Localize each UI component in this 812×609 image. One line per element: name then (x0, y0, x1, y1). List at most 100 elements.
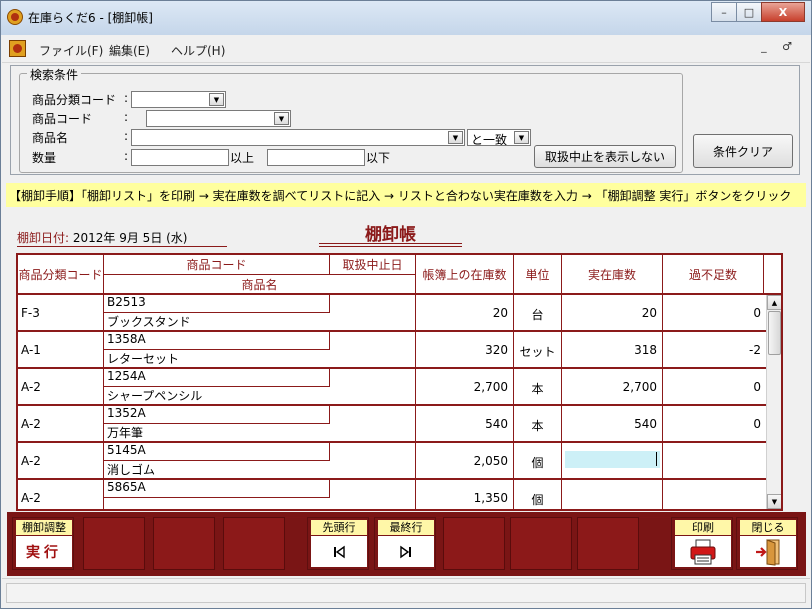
adjust-caption: 棚卸調整 (16, 520, 72, 535)
minimize-button[interactable]: – (711, 2, 737, 22)
close-screen-button[interactable]: 閉じる (736, 517, 798, 570)
col-category-code: 商品分類コード (18, 255, 104, 293)
cell-category: A-1 (18, 332, 104, 367)
cell-actual-stock[interactable] (562, 480, 663, 509)
hide-discontinued-button[interactable]: 取扱中止を表示しない (534, 145, 676, 168)
col-product-name: 商品名 (104, 275, 416, 293)
last-row-face (378, 536, 434, 567)
quantity-max-suffix: 以下 (366, 151, 391, 165)
cell-product: 5145A 消しゴム (104, 443, 416, 478)
scroll-thumb[interactable] (768, 311, 781, 355)
cell-actual-stock[interactable]: 2,700 (562, 369, 663, 404)
first-row-button[interactable]: 先頭行 (307, 517, 369, 570)
status-segment (6, 583, 806, 603)
chevron-down-icon[interactable]: ▼ (209, 93, 224, 106)
last-row-button[interactable]: 最終行 (374, 517, 436, 570)
close-window-button[interactable]: X (761, 2, 805, 22)
product-code-combo[interactable]: ▼ (146, 110, 291, 127)
cell-difference: -2 (749, 343, 761, 357)
category-code-combo[interactable]: ▼ (131, 91, 226, 108)
cell-difference: 0 (753, 306, 761, 320)
date-value: 2012年 9月 5日 (水) (72, 231, 188, 245)
camel-menu-icon[interactable] (9, 40, 26, 57)
cell-book-stock: 540 (416, 406, 514, 441)
last-row-caption: 最終行 (378, 520, 434, 535)
cell-discontinued (330, 369, 416, 387)
cell-actual-stock-editing[interactable] (562, 443, 663, 478)
product-name-combo[interactable]: ▼ (131, 129, 465, 146)
cell-discontinued (330, 443, 416, 461)
quantity-max-input[interactable] (267, 149, 365, 166)
cell-difference: 0 (753, 380, 761, 394)
inventory-grid: 商品分類コード 商品コード 取扱中止日 商品名 帳簿上の在庫数 単位 実在庫数 … (16, 253, 783, 511)
cell-book-stock: 2,050 (416, 443, 514, 478)
mdi-controls[interactable]: _ ♂ (761, 40, 798, 53)
table-row[interactable]: A-2 1254A シャープペンシル 2,700 本 2,700 0 (18, 369, 766, 406)
cell-actual-stock[interactable]: 318 (562, 332, 663, 367)
adjust-execute-button[interactable]: 棚卸調整 実行 (12, 517, 74, 570)
table-row[interactable]: A-2 1352A 万年筆 540 本 540 0 (18, 406, 766, 443)
col-difference: 過不足数 (663, 255, 764, 293)
cell-unit: 本 (514, 406, 562, 441)
menu-edit[interactable]: 編集(E) (109, 42, 150, 59)
scroll-down-icon[interactable]: ▼ (767, 494, 781, 509)
col-unit: 単位 (514, 255, 562, 293)
empty-slot (153, 517, 215, 570)
cell-category: A-2 (18, 480, 104, 509)
empty-slot (510, 517, 572, 570)
grid-header: 商品分類コード 商品コード 取扱中止日 商品名 帳簿上の在庫数 単位 実在庫数 … (18, 255, 781, 295)
cell-actual-stock[interactable]: 20 (562, 295, 663, 330)
first-row-face (311, 536, 367, 567)
grid-scrollbar[interactable]: ▲ ▼ (766, 295, 781, 509)
cell-product-name: ブックスタンド (107, 315, 191, 329)
cell-unit: 本 (514, 369, 562, 404)
cell-discontinued (330, 480, 416, 498)
table-row[interactable]: A-2 5865A 1,350 個 (18, 480, 766, 509)
procedure-banner: 【棚卸手順】「棚卸リスト」を印刷 → 実在庫数を調べてリストに記入 → リストと… (6, 183, 806, 207)
menu-bar: ファイル(F) 編集(E) ヘルプ(H) _ ♂ (2, 35, 810, 63)
menu-file[interactable]: ファイル(F) (39, 42, 103, 59)
quantity-min-input[interactable] (131, 149, 229, 166)
colon: : (124, 110, 129, 124)
cell-difference (663, 443, 766, 478)
cell-category: A-2 (18, 406, 104, 441)
cell-product: 1358A レターセット (104, 332, 416, 367)
cell-product-code: 1254A (104, 369, 330, 387)
cell-product: B2513 ブックスタンド (104, 295, 416, 330)
empty-slot (223, 517, 285, 570)
window-title: 在庫らくだ6 - [棚卸帳] (28, 11, 153, 25)
camel-app-icon (7, 9, 23, 25)
search-panel: 検索条件 商品分類コード : ▼ 商品コード : ▼ 商品名 : ▼ と一致 ▼… (10, 65, 800, 175)
cell-discontinued (330, 406, 416, 424)
cell-category: A-2 (18, 369, 104, 404)
colon: : (124, 129, 129, 143)
text-caret (656, 452, 657, 466)
print-button[interactable]: 印刷 (671, 517, 733, 570)
match-type-combo[interactable]: と一致 ▼ (467, 129, 531, 147)
chevron-down-icon[interactable]: ▼ (274, 112, 289, 125)
table-row[interactable]: A-1 1358A レターセット 320 セット 318 -2 (18, 332, 766, 369)
cell-unit: 台 (514, 295, 562, 330)
clear-conditions-button[interactable]: 条件クリア (693, 134, 793, 168)
table-row[interactable]: F-3 B2513 ブックスタンド 20 台 20 0 (18, 295, 766, 332)
chevron-down-icon[interactable]: ▼ (514, 131, 529, 144)
exit-door-icon (756, 538, 780, 566)
maximize-button[interactable]: □ (736, 2, 762, 22)
scroll-up-icon[interactable]: ▲ (767, 295, 781, 310)
cell-product-code: 5865A (104, 480, 330, 498)
product-name-label: 商品名 (32, 131, 69, 145)
adjust-face: 実行 (16, 536, 72, 567)
chevron-down-icon[interactable]: ▼ (448, 131, 463, 144)
col-book-stock: 帳簿上の在庫数 (416, 255, 514, 293)
search-conditions-group: 検索条件 商品分類コード : ▼ 商品コード : ▼ 商品名 : ▼ と一致 ▼… (19, 66, 683, 173)
actual-stock-input[interactable] (565, 451, 660, 468)
table-row[interactable]: A-2 5145A 消しゴム 2,050 個 (18, 443, 766, 480)
col-actual-stock: 実在庫数 (562, 255, 663, 293)
cell-actual-stock[interactable]: 540 (562, 406, 663, 441)
cell-unit: 個 (514, 480, 562, 509)
empty-slot (83, 517, 145, 570)
cell-product: 1254A シャープペンシル (104, 369, 416, 404)
window-controls: – □ X (711, 2, 805, 22)
menu-help[interactable]: ヘルプ(H) (171, 42, 225, 59)
match-type-value: と一致 (471, 133, 508, 147)
